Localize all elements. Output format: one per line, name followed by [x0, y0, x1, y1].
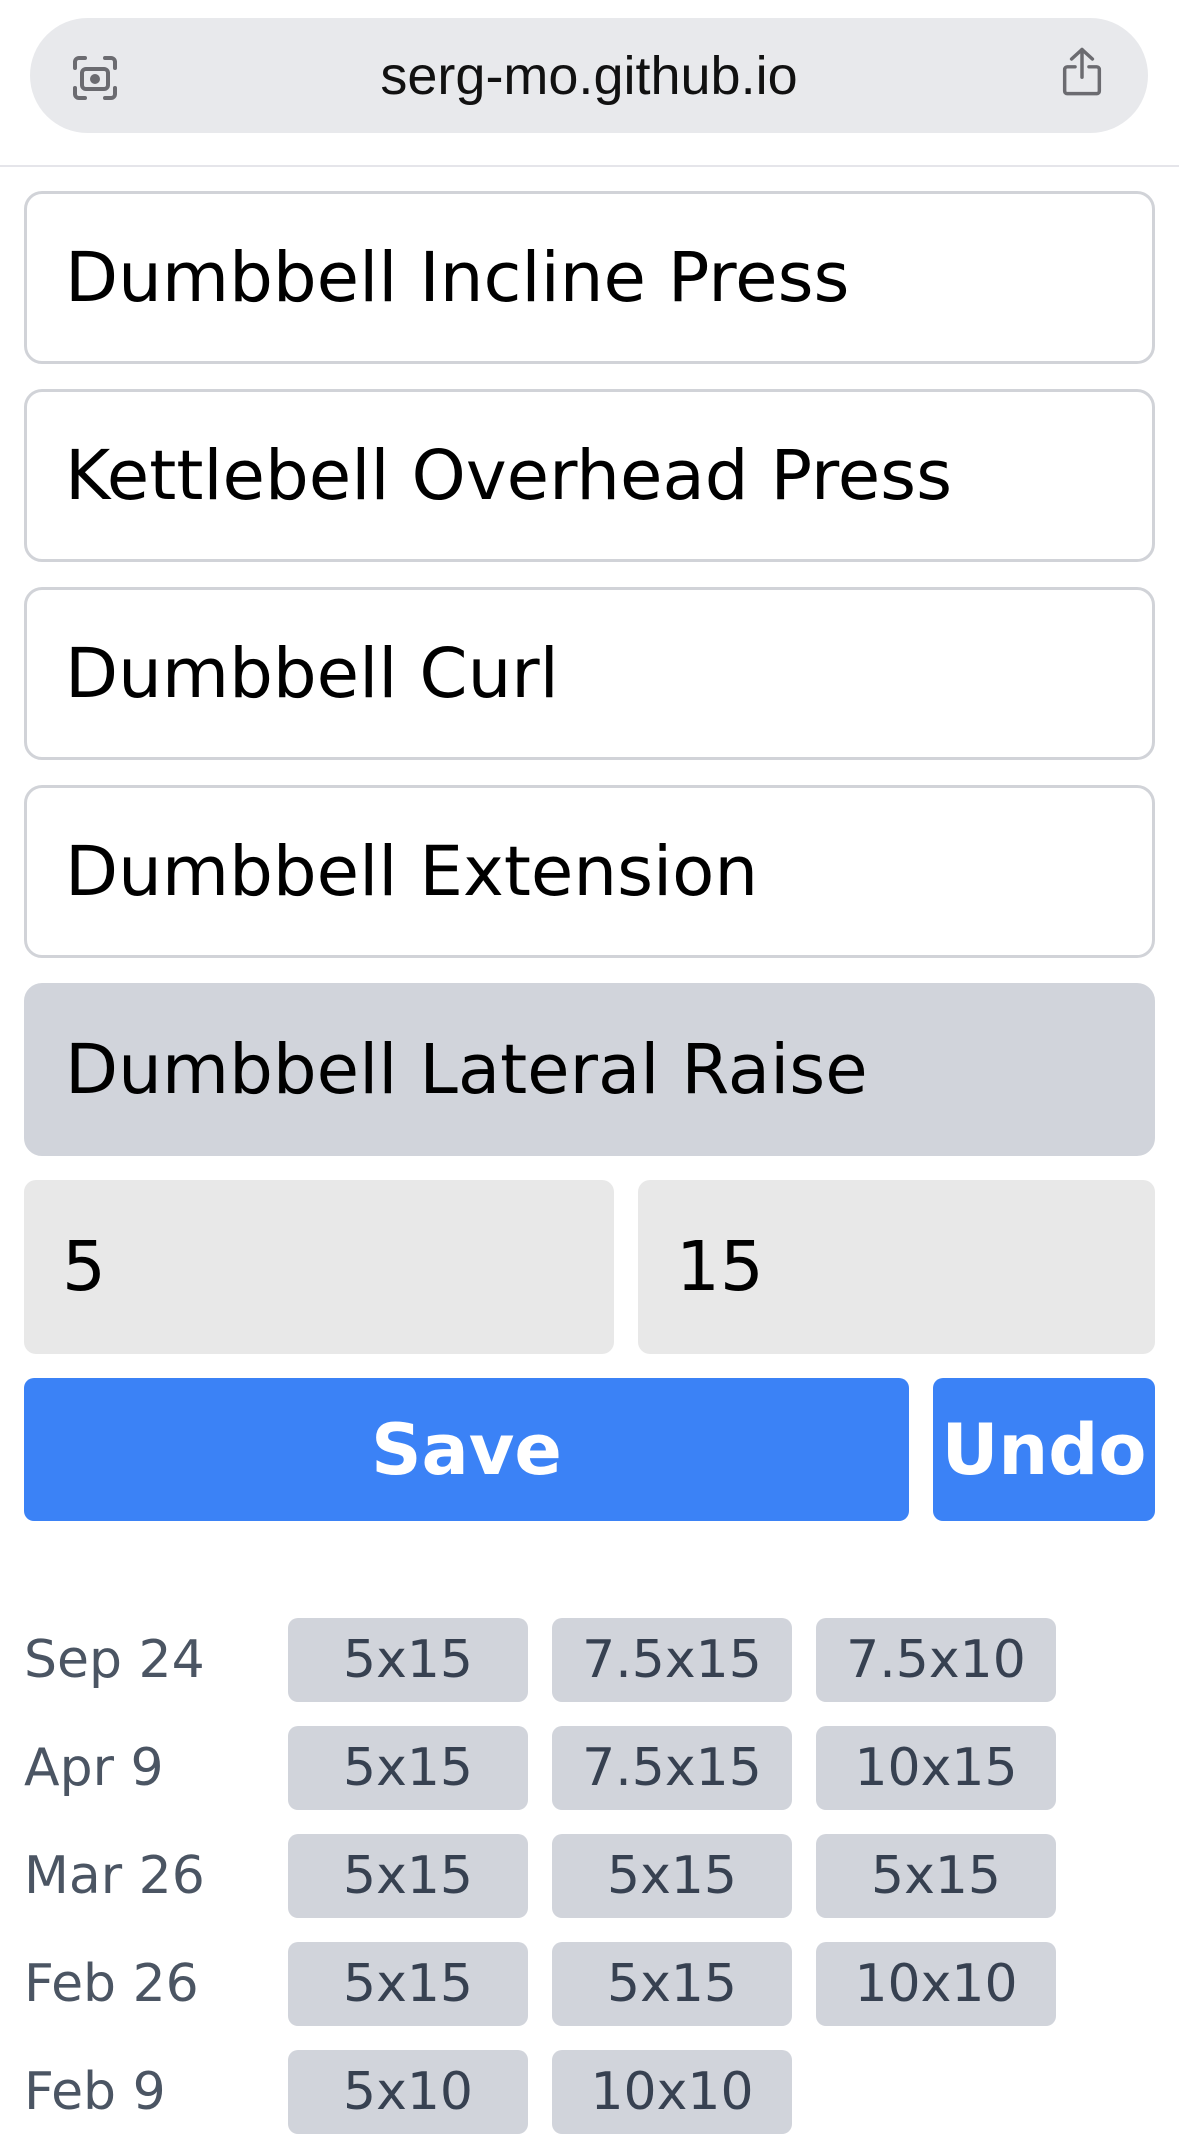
- history-date: Mar 26: [24, 1846, 205, 1906]
- set-chip[interactable]: 10x10: [552, 2050, 792, 2134]
- exercise-item[interactable]: Dumbbell Incline Press: [24, 191, 1155, 364]
- set-chip[interactable]: 5x15: [288, 1726, 528, 1810]
- history-date: Feb 9: [24, 2062, 166, 2122]
- set-chip[interactable]: 5x15: [288, 1834, 528, 1918]
- history-date: Feb 26: [24, 1954, 199, 2014]
- history-row: Feb 9 5x10 10x10: [0, 2050, 1179, 2134]
- set-chip[interactable]: 7.5x10: [816, 1618, 1056, 1702]
- set-chip[interactable]: 10x10: [816, 1942, 1056, 2026]
- share-icon[interactable]: [1056, 46, 1108, 98]
- set-chip[interactable]: 5x15: [288, 1942, 528, 2026]
- browser-toolbar: serg-mo.github.io: [0, 0, 1179, 167]
- set-chip[interactable]: 5x15: [816, 1834, 1056, 1918]
- history-date: Apr 9: [24, 1738, 164, 1798]
- url-text[interactable]: serg-mo.github.io: [30, 18, 1148, 133]
- set-chip[interactable]: 5x15: [552, 1942, 792, 2026]
- history-date: Sep 24: [24, 1630, 205, 1690]
- set-chip[interactable]: 5x10: [288, 2050, 528, 2134]
- exercise-item[interactable]: Dumbbell Extension: [24, 785, 1155, 958]
- exercise-item-selected[interactable]: Dumbbell Lateral Raise: [24, 983, 1155, 1156]
- weight-input[interactable]: 5: [24, 1180, 614, 1354]
- set-chip[interactable]: 5x15: [552, 1834, 792, 1918]
- address-bar[interactable]: serg-mo.github.io: [30, 18, 1148, 133]
- history-row: Sep 24 5x15 7.5x15 7.5x10: [0, 1618, 1179, 1702]
- reps-input[interactable]: 15: [638, 1180, 1155, 1354]
- history-row: Feb 26 5x15 5x15 10x10: [0, 1942, 1179, 2026]
- exercise-item[interactable]: Dumbbell Curl: [24, 587, 1155, 760]
- set-chip[interactable]: 5x15: [288, 1618, 528, 1702]
- save-button[interactable]: Save: [24, 1378, 909, 1521]
- exercise-item[interactable]: Kettlebell Overhead Press: [24, 389, 1155, 562]
- undo-button[interactable]: Undo: [933, 1378, 1155, 1521]
- set-chip[interactable]: 7.5x15: [552, 1726, 792, 1810]
- history-row: Apr 9 5x15 7.5x15 10x15: [0, 1726, 1179, 1810]
- set-chip[interactable]: 7.5x15: [552, 1618, 792, 1702]
- history-row: Mar 26 5x15 5x15 5x15: [0, 1834, 1179, 1918]
- set-chip[interactable]: 10x15: [816, 1726, 1056, 1810]
